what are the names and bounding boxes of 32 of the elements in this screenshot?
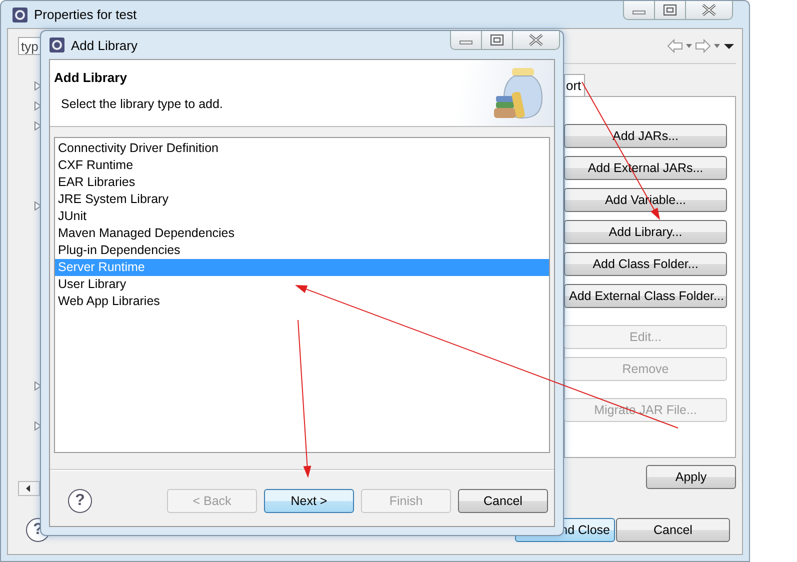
- panel-button[interactable]: Add Class Folder...: [564, 252, 727, 276]
- app-gear-icon: [12, 6, 28, 22]
- library-type-item[interactable]: Web App Libraries: [55, 293, 549, 310]
- window-title: Properties for test: [34, 7, 137, 22]
- window-controls[interactable]: [450, 31, 560, 50]
- wizard-button[interactable]: Cancel: [458, 489, 548, 513]
- expand-arrow-icon[interactable]: [34, 381, 42, 391]
- library-type-item[interactable]: CXF Runtime: [55, 157, 549, 174]
- library-type-item[interactable]: Maven Managed Dependencies: [55, 225, 549, 242]
- header-title: Add Library: [54, 70, 128, 85]
- dialog-title: Add Library: [71, 38, 138, 52]
- library-type-item[interactable]: Connectivity Driver Definition: [55, 140, 549, 157]
- wizard-button[interactable]: Next >: [264, 489, 354, 513]
- library-type-item[interactable]: EAR Libraries: [55, 174, 549, 191]
- tab[interactable]: ort: [564, 74, 586, 96]
- window-controls[interactable]: [623, 1, 733, 20]
- app-gear-icon: [49, 37, 65, 53]
- back-arrow-icon[interactable]: [666, 39, 694, 53]
- expand-arrow-icon[interactable]: [34, 421, 42, 431]
- library-type-item[interactable]: User Library: [55, 276, 549, 293]
- expand-arrow-icon[interactable]: [34, 201, 42, 211]
- panel-button[interactable]: Add Library...: [564, 220, 727, 244]
- forward-arrow-icon[interactable]: [694, 39, 722, 53]
- cancel-button[interactable]: Cancel: [616, 518, 730, 542]
- header-message: Select the library type to add.: [61, 97, 223, 111]
- panel-button[interactable]: Add JARs...: [564, 124, 727, 148]
- library-type-item[interactable]: JRE System Library: [55, 191, 549, 208]
- panel-button[interactable]: Add External Class Folder...: [564, 284, 727, 308]
- library-type-item[interactable]: JUnit: [55, 208, 549, 225]
- library-type-item[interactable]: Plug-in Dependencies: [55, 242, 549, 259]
- help-button[interactable]: ?: [68, 489, 92, 513]
- apply-button[interactable]: Apply: [646, 465, 736, 489]
